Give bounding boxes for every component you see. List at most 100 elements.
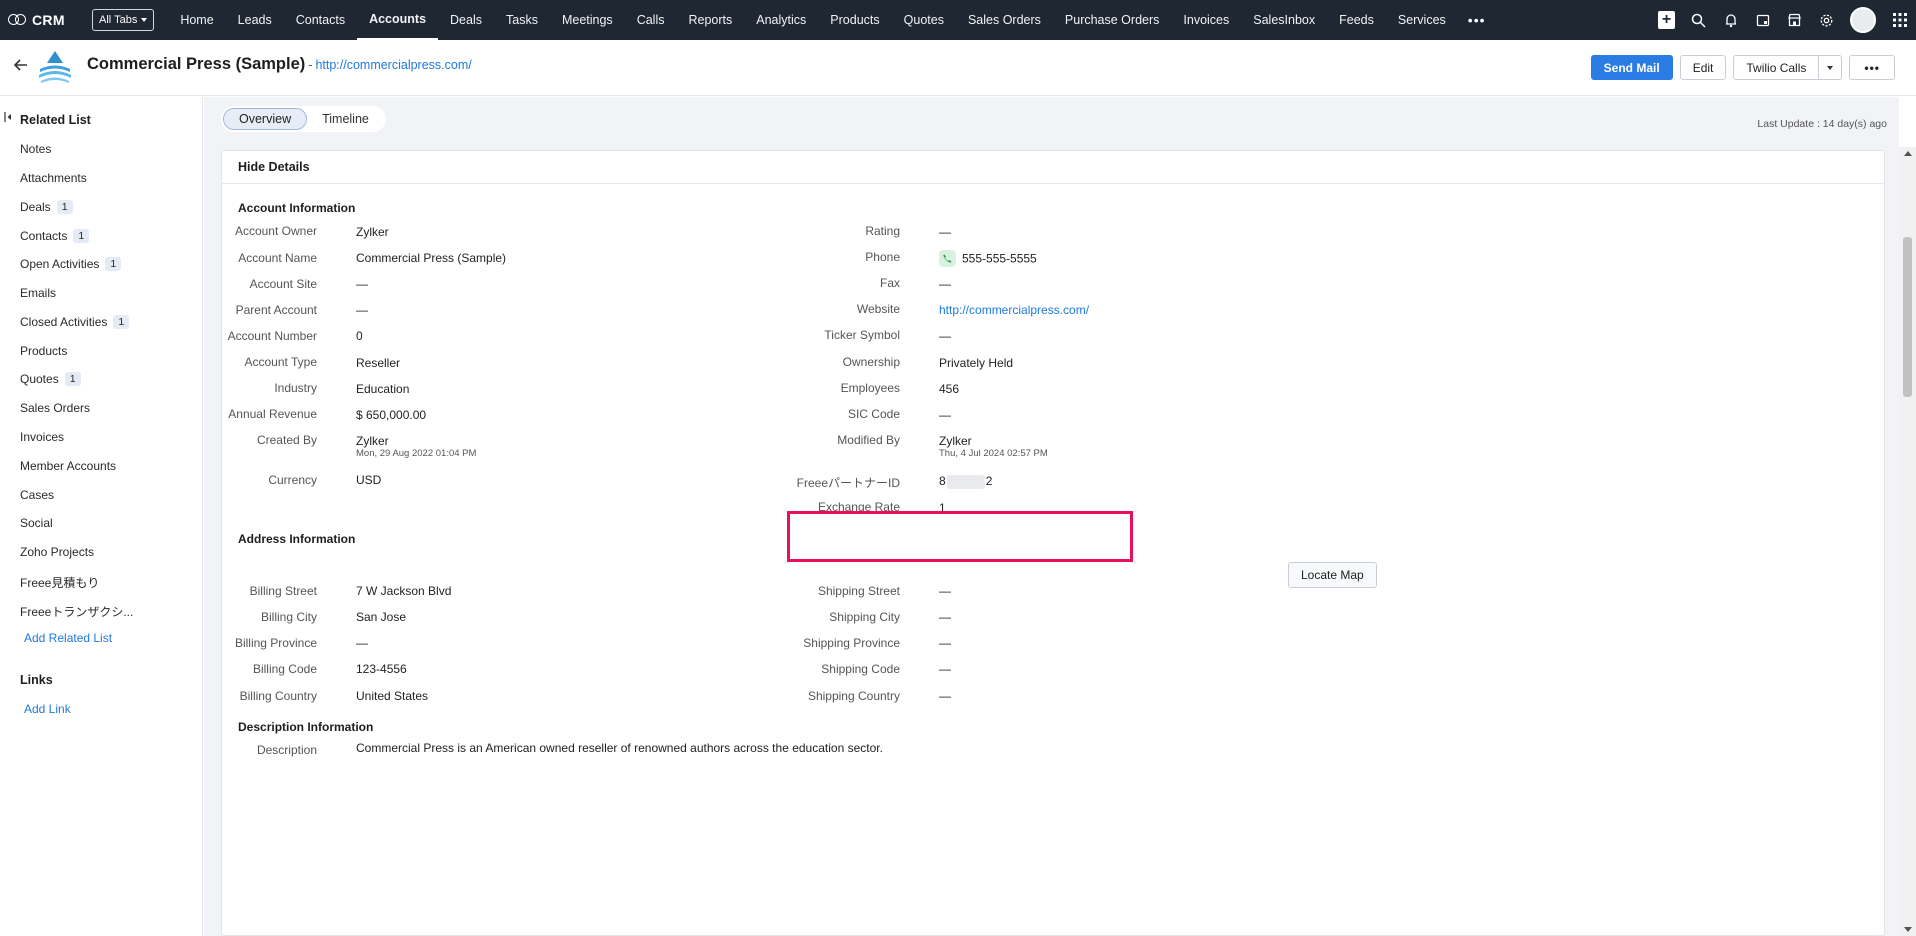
field-label: Account Site [249, 277, 317, 291]
sidebar-item-label: Open Activities [20, 257, 100, 271]
twilio-calls-group: Twilio Calls [1733, 55, 1843, 80]
tab-leads[interactable]: Leads [226, 0, 284, 40]
sidebar-item-freee-transactions[interactable]: Freeeトランザクシ... [20, 603, 133, 620]
record-title: Commercial Press (Sample) [87, 55, 306, 73]
tab-feeds[interactable]: Feeds [1327, 0, 1386, 40]
crm-logo[interactable]: CRM [8, 12, 80, 28]
send-mail-button[interactable]: Send Mail [1590, 55, 1673, 80]
fax-value: — [939, 277, 951, 291]
twilio-calls-button[interactable]: Twilio Calls [1733, 55, 1820, 80]
scrollbar-thumb[interactable] [1903, 237, 1912, 397]
view-tabs: Overview Timeline [221, 106, 386, 132]
scroll-down-icon[interactable] [1904, 927, 1912, 932]
tab-reports[interactable]: Reports [676, 0, 744, 40]
nav-icons: + [1658, 0, 1908, 40]
all-tabs-dropdown[interactable]: All Tabs [92, 9, 155, 31]
collapse-sidebar-icon[interactable] [4, 111, 12, 122]
more-actions-button[interactable]: ••• [1849, 55, 1895, 80]
app-grid-icon[interactable] [1891, 12, 1908, 29]
count-badge: 1 [73, 229, 90, 243]
field-label: Annual Revenue [228, 407, 317, 421]
tab-sales-orders[interactable]: Sales Orders [956, 0, 1053, 40]
tab-purchase-orders[interactable]: Purchase Orders [1053, 0, 1171, 40]
website-link[interactable]: http://commercialpress.com/ [939, 303, 1089, 317]
more-tabs-button[interactable]: ••• [1458, 0, 1496, 40]
shipping-code-value: — [939, 662, 951, 676]
tab-salesinbox[interactable]: SalesInbox [1241, 0, 1327, 40]
tab-deals[interactable]: Deals [438, 0, 494, 40]
tab-analytics[interactable]: Analytics [744, 0, 818, 40]
sidebar-item-notes[interactable]: Notes [20, 142, 51, 156]
tab-accounts[interactable]: Accounts [357, 0, 439, 40]
add-icon[interactable]: + [1658, 11, 1675, 29]
scroll-up-icon[interactable] [1904, 151, 1912, 156]
company-logo [34, 47, 76, 89]
search-icon[interactable] [1690, 12, 1707, 29]
field-label: Rating [865, 224, 900, 238]
tab-home[interactable]: Home [168, 0, 225, 40]
avatar[interactable] [1850, 7, 1876, 33]
modified-time: Thu, 4 Jul 2024 02:57 PM [939, 448, 1048, 459]
field-label: Billing Province [234, 636, 317, 650]
field-label: Shipping Country [807, 689, 900, 703]
tab-calls[interactable]: Calls [625, 0, 677, 40]
edit-button[interactable]: Edit [1679, 55, 1727, 80]
tab-products[interactable]: Products [818, 0, 891, 40]
last-update: Last Update : 14 day(s) ago [1757, 118, 1887, 130]
calendar-icon[interactable] [1754, 12, 1771, 29]
twilio-calls-dropdown[interactable] [1819, 55, 1843, 80]
top-nav: CRM All Tabs Home Leads Contacts Account… [0, 0, 1916, 40]
bell-icon[interactable] [1722, 12, 1739, 29]
redacted-block [946, 474, 985, 489]
sidebar-item-invoices[interactable]: Invoices [20, 430, 64, 444]
sidebar-item-quotes[interactable]: Quotes 1 [20, 372, 81, 386]
chevron-down-icon [141, 18, 148, 22]
tab-quotes[interactable]: Quotes [892, 0, 956, 40]
freee-partner-id-value: 82 [939, 474, 992, 489]
sidebar-item-contacts[interactable]: Contacts 1 [20, 229, 90, 243]
tab-services[interactable]: Services [1386, 0, 1458, 40]
tab-timeline[interactable]: Timeline [307, 108, 384, 130]
account-type-value: Reseller [356, 356, 401, 370]
sidebar-item-attachments[interactable]: Attachments [20, 171, 87, 185]
phone-field[interactable]: 555-555-5555 [939, 250, 1037, 268]
count-badge: 1 [113, 315, 130, 329]
ticker-symbol-value: — [939, 329, 951, 343]
tab-meetings[interactable]: Meetings [550, 0, 625, 40]
tab-invoices[interactable]: Invoices [1171, 0, 1241, 40]
sidebar-item-open-activities[interactable]: Open Activities 1 [20, 257, 122, 271]
sidebar-item-label: Invoices [20, 430, 65, 444]
sidebar-item-member-accounts[interactable]: Member Accounts [20, 459, 116, 473]
field-label: Billing City [260, 610, 317, 624]
sidebar-item-products[interactable]: Products [20, 344, 67, 358]
field-label: Account Type [244, 355, 318, 369]
tab-contacts[interactable]: Contacts [284, 0, 357, 40]
ownership-value: Privately Held [939, 356, 1014, 370]
field-label: Billing Country [239, 689, 317, 703]
sidebar-item-closed-activities[interactable]: Closed Activities 1 [20, 315, 130, 329]
tab-overview[interactable]: Overview [223, 108, 308, 130]
sidebar-item-zoho-projects[interactable]: Zoho Projects [20, 545, 94, 559]
sidebar-item-sales-orders[interactable]: Sales Orders [20, 401, 90, 415]
vertical-scrollbar[interactable] [1899, 147, 1916, 936]
hide-details-toggle[interactable]: Hide Details [238, 160, 310, 174]
locate-map-button[interactable]: Locate Map [1288, 562, 1377, 588]
record-website-link[interactable]: http://commercialpress.com/ [315, 58, 471, 72]
gear-icon[interactable] [1818, 12, 1835, 29]
sidebar-item-emails[interactable]: Emails [20, 286, 56, 300]
address-information-title: Address Information [238, 532, 356, 546]
field-label: Account Number [227, 329, 317, 343]
back-arrow-icon[interactable] [12, 56, 30, 74]
sidebar-item-cases[interactable]: Cases [20, 488, 54, 502]
field-label: Website [856, 302, 900, 316]
sidebar-item-freee-quotes[interactable]: Freee見積もり [20, 574, 99, 591]
add-label: + [1658, 11, 1675, 29]
sidebar-item-deals[interactable]: Deals 1 [20, 200, 73, 214]
marketplace-icon[interactable] [1786, 12, 1803, 29]
tab-tasks[interactable]: Tasks [494, 0, 550, 40]
phone-icon[interactable] [939, 250, 956, 267]
add-related-list-link[interactable]: Add Related List [24, 631, 112, 645]
sidebar-item-social[interactable]: Social [20, 516, 53, 530]
add-link-link[interactable]: Add Link [24, 702, 71, 716]
sidebar-item-label: Closed Activities [20, 315, 108, 329]
